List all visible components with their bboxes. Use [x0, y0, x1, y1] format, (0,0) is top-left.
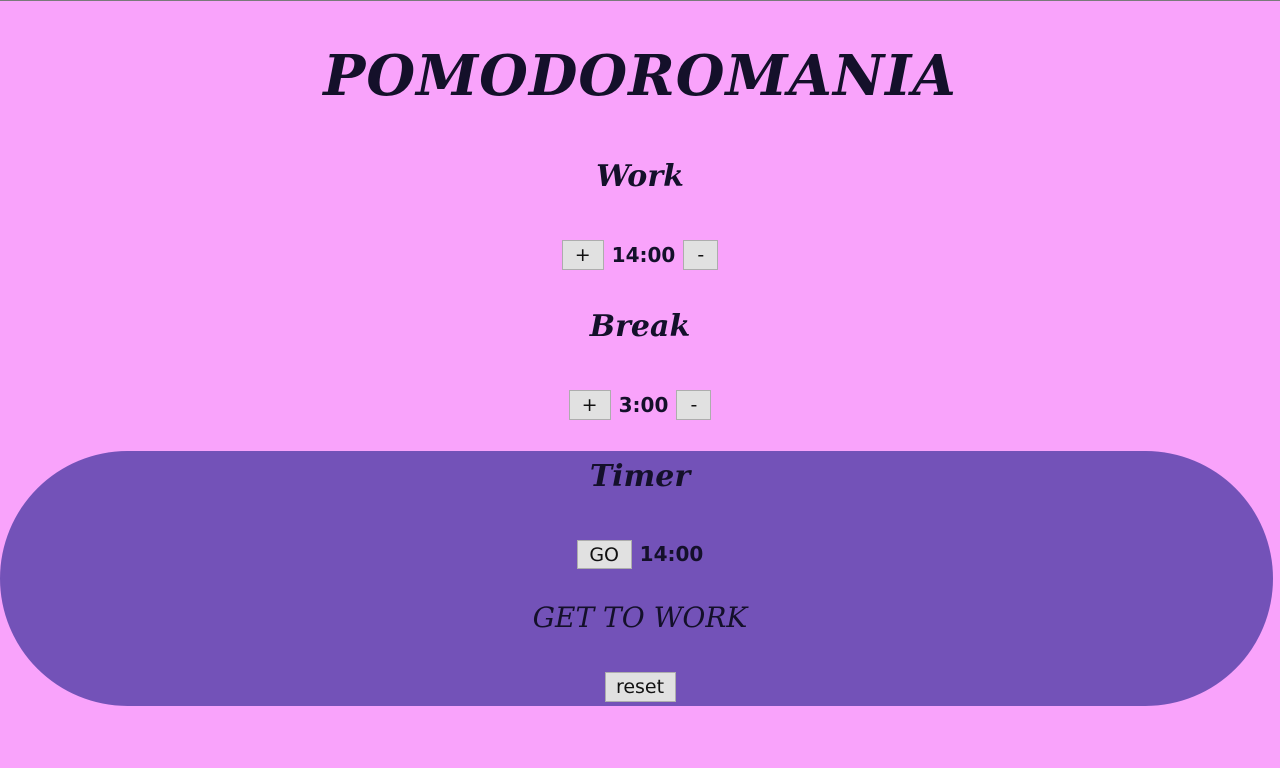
break-decrement-button[interactable]: - [676, 390, 712, 420]
work-decrement-button[interactable]: - [683, 240, 719, 270]
timer-heading: Timer [589, 459, 691, 494]
work-duration-value: 14:00 [611, 243, 676, 267]
reset-button[interactable]: reset [604, 672, 676, 702]
work-heading: Work [596, 159, 684, 194]
break-duration-value: 3:00 [618, 393, 669, 417]
work-increment-button[interactable]: + [561, 240, 604, 270]
break-controls: + 3:00 - [0, 389, 1280, 421]
timer-countdown-value: 14:00 [639, 542, 704, 566]
break-increment-button[interactable]: + [568, 390, 611, 420]
timer-controls: GO 14:00 [0, 538, 1280, 570]
reset-row: reset [0, 672, 1280, 702]
work-controls: + 14:00 - [0, 239, 1280, 271]
app-title: POMODOROMANIA [323, 43, 957, 109]
timer-status-message: GET TO WORK [532, 601, 748, 634]
break-heading: Break [589, 309, 691, 344]
go-button[interactable]: GO [576, 539, 632, 569]
